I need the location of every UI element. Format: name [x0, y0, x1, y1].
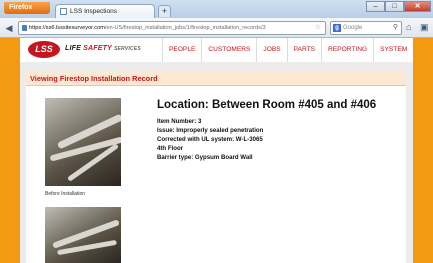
menu-people[interactable]: PEOPLE [162, 38, 201, 62]
barrier-type: Barrier type: Gypsum Board Wall [157, 154, 253, 161]
record-details: Item Number: 3 Issue: Improperly sealed … [157, 117, 263, 162]
url-host: https://ss6.lsssitesurveyor.com [29, 25, 105, 31]
ul-system: Corrected with UL system: W-L-3065 [157, 136, 263, 143]
menu-reporting[interactable]: REPORTING [321, 38, 373, 62]
before-installation-photo[interactable] [45, 98, 121, 186]
main-menu: PEOPLE CUSTOMERS JOBS PARTS REPORTING SY… [162, 38, 413, 62]
menu-jobs[interactable]: JOBS [256, 38, 286, 62]
lss-logo[interactable]: LSS [28, 41, 60, 58]
url-path: /en-US/firestop_installation_jobs/1/fire… [104, 25, 266, 31]
issue: Issue: Improperly sealed penetration [157, 127, 264, 134]
floor: 4th Floor [157, 145, 184, 152]
tab-title: LSS Inspections [70, 8, 117, 15]
new-tab-button[interactable]: + [158, 5, 171, 17]
item-number: Item Number: 3 [157, 118, 202, 125]
page-viewport: LSS LIFE SAFETY SERVICES PEOPLE CUSTOMER… [0, 38, 433, 263]
before-caption: Before Installation [45, 191, 86, 197]
search-icon[interactable]: ⚲ [393, 22, 398, 34]
browser-navbar: ◀ https://ss6.lsssitesurveyor.com/en-US/… [0, 18, 433, 38]
bookmark-star-icon[interactable]: ☆ [315, 22, 321, 34]
location-title: Location: Between Room #405 and #406 [157, 99, 377, 111]
search-placeholder: Google [343, 25, 363, 31]
search-bar[interactable]: g Google ⚲ [330, 21, 402, 35]
google-icon[interactable]: g [333, 24, 341, 32]
back-arrow-icon[interactable]: ◀ [3, 22, 15, 34]
menu-system[interactable]: SYSTEM [373, 38, 413, 62]
menu-parts[interactable]: PARTS [286, 38, 321, 62]
record-content: Before Installation Location: Between Ro… [26, 86, 406, 263]
addon-icon[interactable]: ▣ [420, 22, 429, 33]
close-window-button[interactable]: ✕ [404, 1, 431, 12]
maximize-button[interactable]: □ [385, 1, 404, 12]
menu-customers[interactable]: CUSTOMERS [201, 38, 256, 62]
browser-titlebar: Firefox LSS Inspections + – □ ✕ [0, 0, 433, 18]
site-header: LSS LIFE SAFETY SERVICES PEOPLE CUSTOMER… [20, 38, 413, 62]
logo-wordmark: LIFE SAFETY SERVICES [65, 45, 141, 52]
firefox-menu-button[interactable]: Firefox [4, 2, 50, 14]
record-panel: Viewing Firestop Installation Record Bef… [20, 62, 413, 263]
home-icon[interactable]: ⌂ [406, 22, 411, 32]
minimize-button[interactable]: – [366, 1, 385, 12]
address-bar[interactable]: https://ss6.lsssitesurveyor.com/en-US/fi… [18, 21, 326, 35]
browser-tab[interactable]: LSS Inspections [55, 4, 155, 18]
page-favicon-icon [60, 8, 67, 15]
lock-icon [22, 25, 27, 31]
after-installation-photo[interactable] [45, 207, 121, 263]
panel-title: Viewing Firestop Installation Record [26, 71, 406, 86]
